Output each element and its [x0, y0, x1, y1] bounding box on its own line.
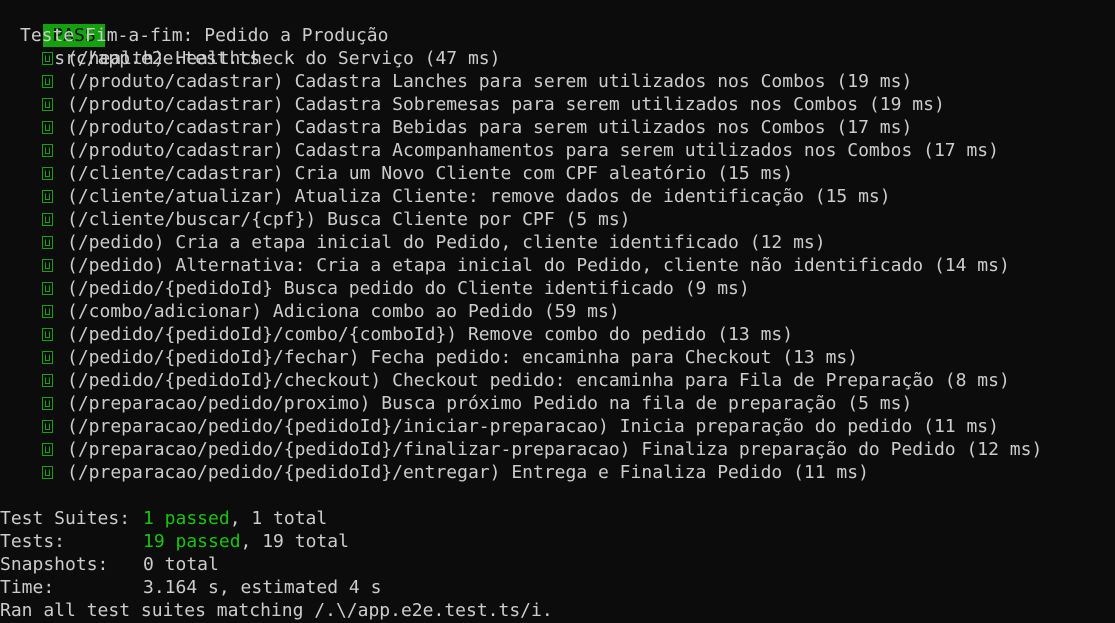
checkmark-icon: [42, 420, 53, 433]
summary-suites-total: , 1 total: [229, 508, 328, 529]
summary-snapshots-value: 0 total: [143, 554, 219, 575]
summary-ran-line: Ran all test suites matching /.\/app.e2e…: [0, 600, 553, 621]
test-result-row: (/produto/cadastrar) Cadastra Sobremesas…: [0, 93, 1115, 116]
test-result-text: (/preparacao/pedido/{pedidoId}/entregar)…: [67, 462, 869, 483]
checkmark-icon: [42, 351, 53, 364]
test-result-text: (/cliente/cadastrar) Cria um Novo Client…: [67, 163, 794, 184]
test-result-text: (/produto/cadastrar) Cadastra Bebidas pa…: [67, 117, 913, 138]
summary-time-label: Time:: [0, 577, 55, 598]
test-result-text: (/produto/cadastrar) Cadastra Lanches pa…: [67, 71, 913, 92]
test-result-text: (/health) Healthcheck do Serviço (47 ms): [67, 48, 501, 69]
checkmark-icon: [42, 374, 53, 387]
summary-tests-passed: 19 passed: [143, 531, 241, 552]
checkmark-icon: [42, 75, 53, 88]
checkmark-icon: [42, 144, 53, 157]
test-result-row: (/preparacao/pedido/{pedidoId}/iniciar-p…: [0, 415, 1115, 438]
checkmark-icon: [42, 236, 53, 249]
summary-suites: Test Suites: 1 passed, 1 total: [0, 507, 1115, 530]
checkmark-icon: [42, 213, 53, 226]
test-result-row: (/cliente/buscar/{cpf}) Busca Cliente po…: [0, 208, 1115, 231]
test-result-text: (/produto/cadastrar) Cadastra Sobremesas…: [67, 94, 945, 115]
summary-suites-label: Test Suites:: [0, 508, 131, 529]
summary-tests-label: Tests:: [0, 531, 66, 552]
summary-time-value: 3.164 s, estimated 4 s: [143, 577, 382, 598]
test-result-text: (/preparacao/pedido/proximo) Busca próxi…: [67, 393, 913, 414]
test-result-row: (/preparacao/pedido/{pedidoId}/entregar)…: [0, 461, 1115, 484]
checkmark-icon: [42, 52, 53, 65]
test-result-row: (/health) Healthcheck do Serviço (47 ms): [0, 47, 1115, 70]
test-result-row: (/produto/cadastrar) Cadastra Bebidas pa…: [0, 116, 1115, 139]
test-result-row: (/combo/adicionar) Adiciona combo ao Ped…: [0, 300, 1115, 323]
test-result-row: (/pedido) Cria a etapa inicial do Pedido…: [0, 231, 1115, 254]
test-result-row: (/pedido/{pedidoId}/checkout) Checkout p…: [0, 369, 1115, 392]
test-result-text: (/cliente/atualizar) Atualiza Cliente: r…: [67, 186, 891, 207]
checkmark-icon: [42, 282, 53, 295]
test-result-row: (/pedido/{pedidoId}/fechar) Fecha pedido…: [0, 346, 1115, 369]
checkmark-icon: [42, 328, 53, 341]
test-result-row: (/cliente/cadastrar) Cria um Novo Client…: [0, 162, 1115, 185]
test-result-text: (/pedido/{pedidoId} Busca pedido do Clie…: [67, 278, 750, 299]
test-result-row: (/pedido) Alternativa: Cria a etapa inic…: [0, 254, 1115, 277]
summary-snapshots-label: Snapshots:: [0, 554, 109, 575]
summary-tests-total: , 19 total: [240, 531, 349, 552]
checkmark-icon: [42, 443, 53, 456]
checkmark-icon: [42, 466, 53, 479]
test-result-text: (/preparacao/pedido/{pedidoId}/finalizar…: [67, 439, 1043, 460]
test-result-text: (/pedido/{pedidoId}/fechar) Fecha pedido…: [67, 347, 859, 368]
checkmark-icon: [42, 397, 53, 410]
test-result-row: (/produto/cadastrar) Cadastra Acompanham…: [0, 139, 1115, 162]
checkmark-icon: [42, 98, 53, 111]
test-result-text: (/pedido) Alternativa: Cria a etapa inic…: [67, 255, 1010, 276]
summary-suites-passed: 1 passed: [143, 508, 230, 529]
checkmark-icon: [42, 190, 53, 203]
summary-time: Time: 3.164 s, estimated 4 s: [0, 576, 1115, 599]
test-result-row: (/preparacao/pedido/{pedidoId}/finalizar…: [0, 438, 1115, 461]
test-result-text: (/preparacao/pedido/{pedidoId}/iniciar-p…: [67, 416, 999, 437]
test-list: (/health) Healthcheck do Serviço (47 ms)…: [0, 47, 1115, 484]
test-result-text: (/combo/adicionar) Adiciona combo ao Ped…: [67, 301, 620, 322]
suite-title: Teste Fim-a-fim: Pedido a Produção: [20, 25, 389, 46]
test-result-row: (/pedido/{pedidoId} Busca pedido do Clie…: [0, 277, 1115, 300]
test-result-text: (/pedido/{pedidoId}/checkout) Checkout p…: [67, 370, 1010, 391]
test-file-header: PASS src/app.e2e.test.ts: [0, 1, 1115, 69]
test-result-text: (/produto/cadastrar) Cadastra Acompanham…: [67, 140, 999, 161]
test-result-text: (/pedido/{pedidoId}/combo/{comboId}) Rem…: [67, 324, 794, 345]
checkmark-icon: [42, 121, 53, 134]
test-result-text: (/pedido) Cria a etapa inicial do Pedido…: [67, 232, 826, 253]
checkmark-icon: [42, 305, 53, 318]
test-result-row: (/cliente/atualizar) Atualiza Cliente: r…: [0, 185, 1115, 208]
test-result-row: (/pedido/{pedidoId}/combo/{comboId}) Rem…: [0, 323, 1115, 346]
test-result-row: (/produto/cadastrar) Cadastra Lanches pa…: [0, 70, 1115, 93]
checkmark-icon: [42, 167, 53, 180]
terminal-output: PASS src/app.e2e.test.ts Teste Fim-a-fim…: [0, 1, 1115, 622]
test-result-row: (/preparacao/pedido/proximo) Busca próxi…: [0, 392, 1115, 415]
summary-snapshots: Snapshots: 0 total: [0, 553, 1115, 576]
checkmark-icon: [42, 259, 53, 272]
test-result-text: (/cliente/buscar/{cpf}) Busca Cliente po…: [67, 209, 631, 230]
summary-tests: Tests: 19 passed, 19 total: [0, 530, 1115, 553]
